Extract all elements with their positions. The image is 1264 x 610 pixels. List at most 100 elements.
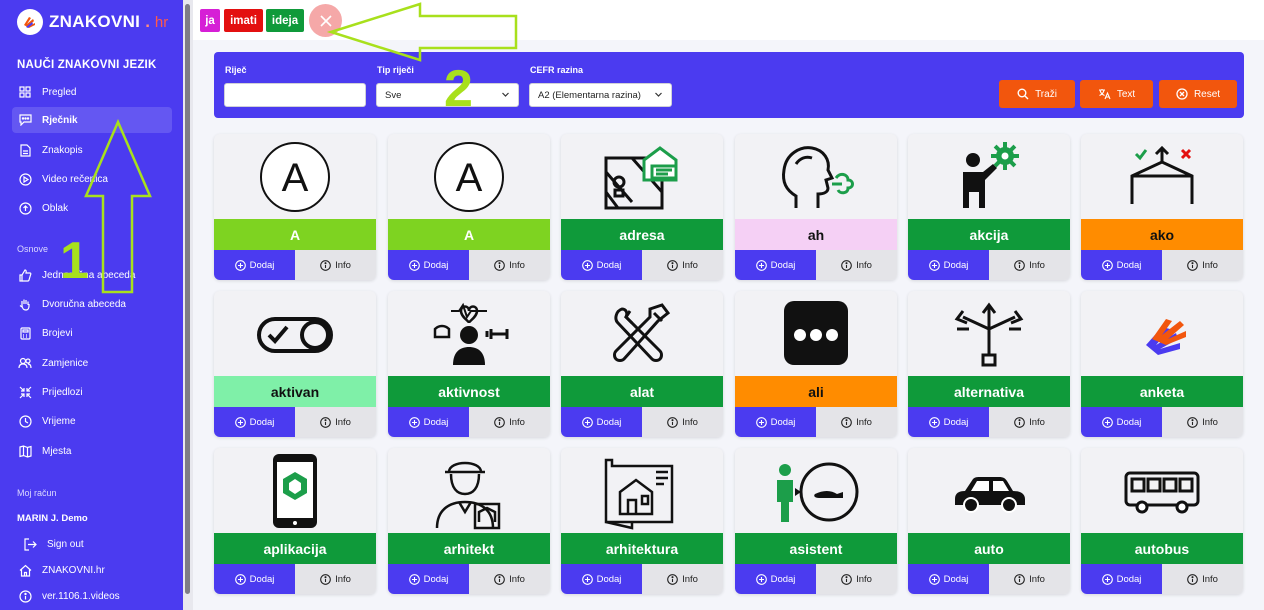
sidebar-item-mjesta[interactable]: Mjesta: [12, 438, 172, 464]
info-button[interactable]: Info: [1162, 250, 1243, 280]
sidebar-item-jednorucna-abeceda[interactable]: Jednoručna abeceda: [12, 262, 172, 288]
sidebar-item-pregled[interactable]: Pregled: [12, 79, 172, 105]
selected-chip-imati[interactable]: imati: [224, 9, 263, 32]
tools-icon[interactable]: [561, 291, 723, 376]
add-button[interactable]: Dodaj: [908, 407, 989, 437]
info-button[interactable]: Info: [295, 250, 376, 280]
sign-hands-icon[interactable]: [1081, 291, 1243, 376]
word-label[interactable]: akcija: [908, 219, 1070, 250]
word-label[interactable]: arhitekt: [388, 533, 550, 564]
decision-icon[interactable]: [1081, 134, 1243, 219]
add-button[interactable]: Dodaj: [1081, 250, 1162, 280]
phone-app-icon[interactable]: [214, 448, 376, 533]
assistant-icon[interactable]: [735, 448, 897, 533]
info-button[interactable]: Info: [989, 407, 1070, 437]
add-button[interactable]: Dodaj: [908, 250, 989, 280]
word-label[interactable]: arhitektura: [561, 533, 723, 564]
add-button[interactable]: Dodaj: [1081, 564, 1162, 594]
sidebar-item-oblak[interactable]: Oblak: [12, 195, 172, 221]
sidebar-item-znakovni-home[interactable]: ZNAKOVNI.hr: [12, 557, 172, 583]
word-label[interactable]: A: [214, 219, 376, 250]
info-button[interactable]: Info: [642, 407, 723, 437]
add-button[interactable]: Dodaj: [388, 250, 469, 280]
word-card[interactable]: aktivnost Dodaj Info: [388, 291, 550, 437]
word-card[interactable]: alternativa Dodaj Info: [908, 291, 1070, 437]
sidebar-item-rjecnik[interactable]: Rječnik: [12, 107, 172, 133]
word-card[interactable]: alat Dodaj Info: [561, 291, 723, 437]
word-label[interactable]: autobus: [1081, 533, 1243, 564]
add-button[interactable]: Dodaj: [214, 407, 295, 437]
sidebar-item-zamjenice[interactable]: Zamjenice: [12, 350, 172, 376]
info-button[interactable]: Info: [1162, 564, 1243, 594]
sidebar-item-znakopis[interactable]: Znakopis: [12, 137, 172, 163]
word-card[interactable]: asistent Dodaj Info: [735, 448, 897, 594]
word-label[interactable]: alternativa: [908, 376, 1070, 407]
sidebar-scrollbar-thumb[interactable]: [185, 4, 190, 594]
split-arrows-icon[interactable]: [908, 291, 1070, 376]
add-button[interactable]: Dodaj: [388, 564, 469, 594]
info-button[interactable]: Info: [469, 250, 550, 280]
cefr-select[interactable]: A2 (Elementarna razina): [529, 83, 672, 107]
word-label[interactable]: alat: [561, 376, 723, 407]
word-label[interactable]: ah: [735, 219, 897, 250]
word-card[interactable]: ah Dodaj Info: [735, 134, 897, 280]
info-button[interactable]: Info: [816, 407, 897, 437]
add-button[interactable]: Dodaj: [735, 407, 816, 437]
word-card[interactable]: anketa Dodaj Info: [1081, 291, 1243, 437]
word-card[interactable]: ali Dodaj Info: [735, 291, 897, 437]
add-button[interactable]: Dodaj: [214, 564, 295, 594]
bus-icon[interactable]: [1081, 448, 1243, 533]
info-button[interactable]: Info: [816, 250, 897, 280]
add-button[interactable]: Dodaj: [908, 564, 989, 594]
car-icon[interactable]: [908, 448, 1070, 533]
word-label[interactable]: aktivan: [214, 376, 376, 407]
word-label[interactable]: adresa: [561, 219, 723, 250]
info-button[interactable]: Info: [1162, 407, 1243, 437]
clear-selection-button[interactable]: [309, 4, 342, 37]
sidebar-item-brojevi[interactable]: Brojevi: [12, 320, 172, 346]
word-label[interactable]: auto: [908, 533, 1070, 564]
address-map-icon[interactable]: [561, 134, 723, 219]
add-button[interactable]: Dodaj: [561, 407, 642, 437]
word-card[interactable]: adresa Dodaj Info: [561, 134, 723, 280]
word-card[interactable]: aplikacija Dodaj Info: [214, 448, 376, 594]
add-button[interactable]: Dodaj: [388, 407, 469, 437]
add-button[interactable]: Dodaj: [735, 250, 816, 280]
add-button[interactable]: Dodaj: [1081, 407, 1162, 437]
add-button[interactable]: Dodaj: [561, 250, 642, 280]
word-input[interactable]: [224, 83, 366, 107]
word-card[interactable]: A A Dodaj Info: [388, 134, 550, 280]
word-card[interactable]: ako Dodaj Info: [1081, 134, 1243, 280]
toggle-icon[interactable]: [214, 291, 376, 376]
info-button[interactable]: Info: [469, 564, 550, 594]
word-card[interactable]: A A Dodaj Info: [214, 134, 376, 280]
add-button[interactable]: Dodaj: [214, 250, 295, 280]
word-label[interactable]: ali: [735, 376, 897, 407]
word-card[interactable]: autobus Dodaj Info: [1081, 448, 1243, 594]
info-button[interactable]: Info: [642, 250, 723, 280]
word-card[interactable]: aktivan Dodaj Info: [214, 291, 376, 437]
word-card[interactable]: arhitektura Dodaj Info: [561, 448, 723, 594]
dots-icon[interactable]: [735, 291, 897, 376]
info-button[interactable]: Info: [642, 564, 723, 594]
letter-a-icon[interactable]: A: [214, 134, 376, 219]
add-button[interactable]: Dodaj: [735, 564, 816, 594]
word-label[interactable]: ako: [1081, 219, 1243, 250]
word-label[interactable]: aplikacija: [214, 533, 376, 564]
blueprint-icon[interactable]: [561, 448, 723, 533]
sidebar-item-dvorucna-abeceda[interactable]: Dvoručna abeceda: [12, 291, 172, 317]
search-button[interactable]: Traži: [999, 80, 1075, 108]
word-label[interactable]: asistent: [735, 533, 897, 564]
letter-a-icon[interactable]: A: [388, 134, 550, 219]
word-card[interactable]: auto Dodaj Info: [908, 448, 1070, 594]
sidebar-item-sign-out[interactable]: Sign out: [17, 531, 177, 557]
info-button[interactable]: Info: [989, 564, 1070, 594]
person-gear-icon[interactable]: [908, 134, 1070, 219]
add-button[interactable]: Dodaj: [561, 564, 642, 594]
reset-button[interactable]: Reset: [1159, 80, 1237, 108]
info-button[interactable]: Info: [295, 407, 376, 437]
architect-icon[interactable]: [388, 448, 550, 533]
info-button[interactable]: Info: [989, 250, 1070, 280]
info-button[interactable]: Info: [469, 407, 550, 437]
sidebar-item-vrijeme[interactable]: Vrijeme: [12, 408, 172, 434]
